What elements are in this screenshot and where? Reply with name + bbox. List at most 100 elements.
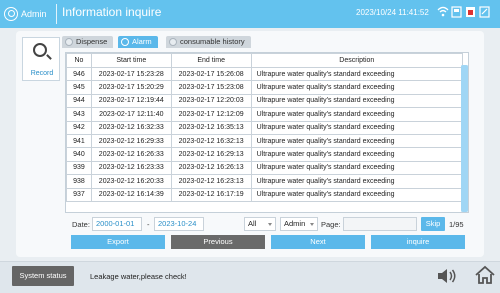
user-select-value: Admin bbox=[284, 219, 306, 228]
cell-start-time: 2023-02-12 16:23:33 bbox=[90, 160, 172, 176]
column-header-no: No bbox=[66, 53, 92, 68]
scrollbar-thumb[interactable] bbox=[461, 65, 468, 212]
cell-end-time: 2023-02-12 16:17:19 bbox=[170, 187, 252, 202]
user-icon bbox=[4, 7, 18, 21]
table-row[interactable]: 937 2023-02-12 16:14:39 2023-02-12 16:17:1… bbox=[66, 187, 464, 202]
type-select[interactable]: All bbox=[244, 217, 276, 231]
tab-alarm-icon bbox=[121, 38, 129, 46]
speaker-icon[interactable] bbox=[436, 266, 458, 286]
table-row[interactable]: 942 2023-02-12 16:32:33 2023-02-12 16:35:1… bbox=[66, 120, 464, 135]
tab-dispense[interactable]: Dispense bbox=[62, 36, 114, 48]
table-header-row: No Start time End time Description bbox=[66, 53, 464, 68]
cell-no: 946 bbox=[66, 66, 92, 82]
lock-icon bbox=[465, 6, 476, 22]
chevron-down-icon bbox=[268, 223, 272, 226]
network-icon bbox=[451, 6, 462, 22]
type-select-value: All bbox=[248, 219, 257, 228]
column-header-description: Description bbox=[250, 53, 464, 68]
cell-description: Ultrapure water quality's standard excee… bbox=[250, 160, 464, 176]
previous-button[interactable]: Previous bbox=[171, 235, 265, 249]
cell-no: 938 bbox=[66, 174, 92, 189]
table-row[interactable]: 940 2023-02-12 16:26:33 2023-02-12 16:29:1… bbox=[66, 147, 464, 162]
cell-end-time: 2023-02-17 15:26:08 bbox=[170, 66, 252, 82]
export-button[interactable]: Export bbox=[71, 235, 165, 249]
inquire-button[interactable]: inquire bbox=[371, 235, 465, 249]
cell-start-time: 2023-02-17 15:23:28 bbox=[90, 66, 172, 82]
usb-icon bbox=[479, 6, 490, 22]
page-label: Page: bbox=[321, 220, 341, 229]
date-from-field[interactable]: 2000-01-01 bbox=[92, 217, 142, 231]
table-row[interactable]: 943 2023-02-17 12:11:40 2023-02-17 12:12:0… bbox=[66, 107, 464, 122]
cell-end-time: 2023-02-12 16:32:13 bbox=[170, 133, 252, 149]
page-count: 1/95 bbox=[449, 220, 464, 229]
date-separator: - bbox=[147, 220, 150, 229]
wifi-icon bbox=[437, 6, 449, 21]
record-button[interactable]: Record bbox=[22, 37, 60, 81]
cell-no: 937 bbox=[66, 187, 92, 202]
cell-description: Ultrapure water quality's standard excee… bbox=[250, 120, 464, 135]
table-row[interactable]: 946 2023-02-17 15:23:28 2023-02-17 15:26:0… bbox=[66, 66, 464, 82]
tab-consumable-icon bbox=[169, 38, 177, 46]
table-row[interactable]: 941 2023-02-12 16:29:33 2023-02-12 16:32:1… bbox=[66, 133, 464, 149]
user-account[interactable]: Admin bbox=[4, 4, 54, 24]
cell-description: Ultrapure water quality's standard excee… bbox=[250, 174, 464, 189]
cell-start-time: 2023-02-17 15:20:29 bbox=[90, 80, 172, 95]
tab-dispense-label: Dispense bbox=[76, 37, 108, 46]
cell-end-time: 2023-02-12 16:35:13 bbox=[170, 120, 252, 135]
cell-start-time: 2023-02-12 16:20:33 bbox=[90, 174, 172, 189]
cell-start-time: 2023-02-17 12:11:40 bbox=[90, 107, 172, 122]
cell-no: 945 bbox=[66, 80, 92, 95]
cell-start-time: 2023-02-12 16:32:33 bbox=[90, 120, 172, 135]
cell-end-time: 2023-02-12 16:23:13 bbox=[170, 174, 252, 189]
cell-description: Ultrapure water quality's standard excee… bbox=[250, 93, 464, 109]
cell-end-time: 2023-02-17 15:23:08 bbox=[170, 80, 252, 95]
tab-alarm[interactable]: Alarm bbox=[118, 36, 158, 48]
tab-alarm-label: Alarm bbox=[132, 37, 152, 46]
cell-start-time: 2023-02-17 12:19:44 bbox=[90, 93, 172, 109]
next-button[interactable]: Next bbox=[271, 235, 365, 249]
datetime-display: 2023/10/24 11:41:52 bbox=[356, 8, 429, 17]
cell-end-time: 2023-02-12 16:29:13 bbox=[170, 147, 252, 162]
table-row[interactable]: 939 2023-02-12 16:23:33 2023-02-12 16:26:1… bbox=[66, 160, 464, 176]
search-icon bbox=[33, 43, 47, 57]
cell-end-time: 2023-02-12 16:26:13 bbox=[170, 160, 252, 176]
alert-message: Leakage water,please check! bbox=[90, 272, 187, 281]
skip-button[interactable]: Skip bbox=[421, 217, 445, 231]
cell-end-time: 2023-02-17 12:20:03 bbox=[170, 93, 252, 109]
table-row[interactable]: 938 2023-02-12 16:20:33 2023-02-12 16:23:1… bbox=[66, 174, 464, 189]
cell-description: Ultrapure water quality's standard excee… bbox=[250, 147, 464, 162]
tab-consumable-history[interactable]: consumable history bbox=[166, 36, 251, 48]
header-divider bbox=[56, 4, 57, 24]
cell-no: 942 bbox=[66, 120, 92, 135]
footer-bar bbox=[0, 261, 500, 293]
cell-description: Ultrapure water quality's standard excee… bbox=[250, 187, 464, 202]
cell-description: Ultrapure water quality's standard excee… bbox=[250, 66, 464, 82]
user-select[interactable]: Admin bbox=[280, 217, 318, 231]
tab-dispense-icon bbox=[65, 38, 73, 46]
column-header-end-time: End time bbox=[170, 53, 252, 68]
table-row[interactable]: 945 2023-02-17 15:20:29 2023-02-17 15:23:0… bbox=[66, 80, 464, 95]
cell-start-time: 2023-02-12 16:29:33 bbox=[90, 133, 172, 149]
system-status-button[interactable]: System status bbox=[12, 266, 74, 286]
header-bar: Admin Information inquire 2023/10/24 11:… bbox=[0, 0, 500, 28]
cell-description: Ultrapure water quality's standard excee… bbox=[250, 80, 464, 95]
record-label: Record bbox=[30, 70, 54, 77]
cell-start-time: 2023-02-12 16:26:33 bbox=[90, 147, 172, 162]
cell-no: 941 bbox=[66, 133, 92, 149]
cell-no: 940 bbox=[66, 147, 92, 162]
alarm-table: No Start time End time Description 946 20… bbox=[65, 52, 469, 213]
cell-description: Ultrapure water quality's standard excee… bbox=[250, 107, 464, 122]
cell-start-time: 2023-02-12 16:14:39 bbox=[90, 187, 172, 202]
cell-no: 939 bbox=[66, 160, 92, 176]
date-label: Date: bbox=[72, 220, 90, 229]
home-icon[interactable] bbox=[474, 264, 496, 286]
table-row[interactable]: 944 2023-02-17 12:19:44 2023-02-17 12:20:0… bbox=[66, 93, 464, 109]
date-to-field[interactable]: 2023-10-24 bbox=[154, 217, 204, 231]
table-scrollbar[interactable] bbox=[461, 65, 468, 212]
cell-description: Ultrapure water quality's standard excee… bbox=[250, 133, 464, 149]
tab-consumable-label: consumable history bbox=[180, 37, 245, 46]
chevron-down-icon bbox=[310, 223, 314, 226]
column-header-start-time: Start time bbox=[90, 53, 172, 68]
user-name: Admin bbox=[21, 9, 47, 19]
page-input[interactable] bbox=[343, 217, 417, 231]
